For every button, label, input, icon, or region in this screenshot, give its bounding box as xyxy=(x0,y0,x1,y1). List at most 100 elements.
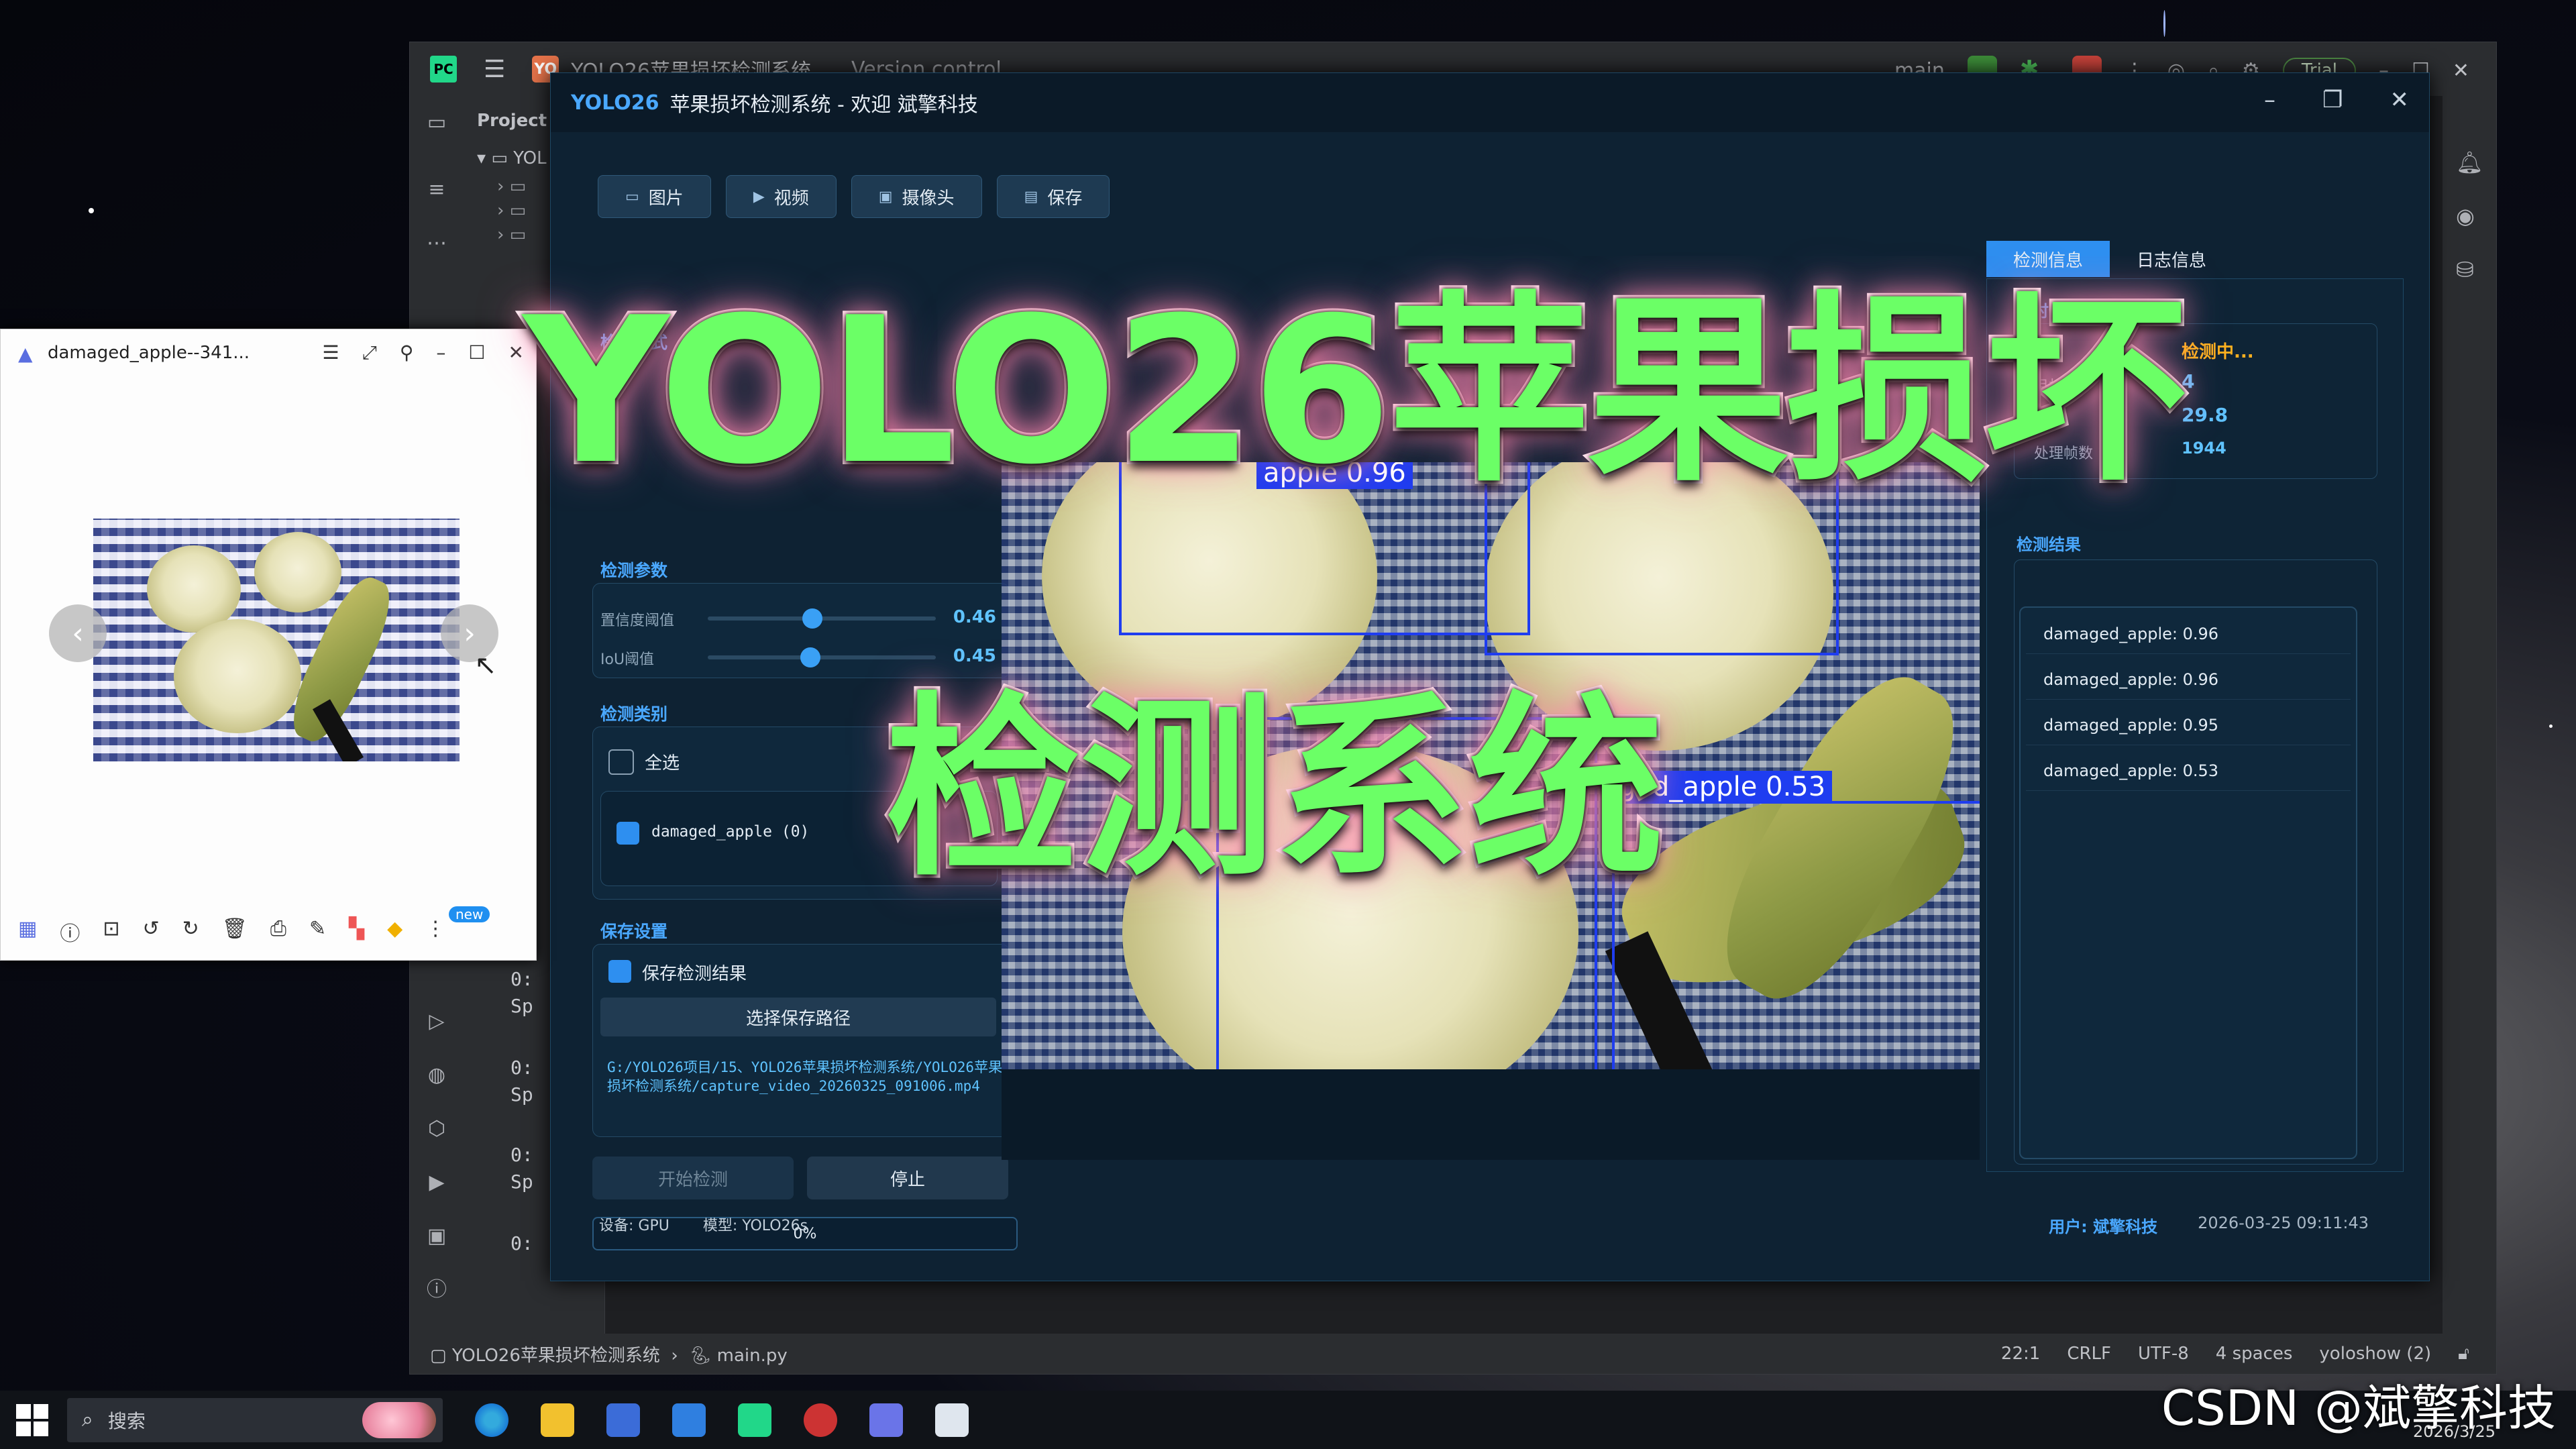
stop-button[interactable]: 停止 xyxy=(807,1157,1008,1199)
photo-viewer-window: ▲ damaged_apple--341... ☰ ⤢ ⚲ – ☐ ✕ ‹ › … xyxy=(0,329,537,961)
breadcrumb-project[interactable]: YOLO26苹果损坏检测系统 xyxy=(452,1346,660,1366)
csdn-watermark: CSDN @斌擎科技 xyxy=(2161,1380,2556,1436)
fullscreen-icon[interactable]: ⤢ xyxy=(362,341,377,364)
notifications-icon[interactable]: 🔔︎ xyxy=(2456,150,2483,175)
maximize-icon[interactable]: ☐ xyxy=(468,341,485,364)
start-detection-button[interactable]: 开始检测 xyxy=(592,1157,794,1199)
image-icon: ▭ xyxy=(625,188,639,205)
tree-item[interactable]: › ▭ xyxy=(497,176,526,197)
save-results-checkbox[interactable] xyxy=(608,960,631,983)
iou-label: IoU阈值 xyxy=(600,651,655,668)
result-item[interactable]: damaged_apple: 0.96 xyxy=(2026,660,2351,700)
edge-icon[interactable] xyxy=(475,1403,508,1437)
indent-setting[interactable]: 4 spaces xyxy=(2216,1344,2293,1364)
user-label: 用户: 斌擎科技 xyxy=(2049,1218,2158,1236)
breadcrumb-file[interactable]: main.py xyxy=(717,1346,788,1366)
photos-taskbar-icon[interactable] xyxy=(869,1403,903,1437)
problems-icon[interactable]: ⓘ xyxy=(423,1277,450,1303)
print-icon[interactable]: ⎙ xyxy=(270,917,286,947)
confidence-slider-row: 置信度阈值 0.46 xyxy=(600,604,996,631)
maximize-icon[interactable]: ❐ xyxy=(2322,87,2343,113)
eraser-icon[interactable]: ◆ xyxy=(387,917,402,947)
pycharm-taskbar-icon[interactable] xyxy=(738,1403,771,1437)
info-icon[interactable]: ⓘ xyxy=(60,917,80,947)
result-item-label: damaged_apple: 0.96 xyxy=(2043,625,2219,643)
folder-icon[interactable]: ▭ xyxy=(423,109,450,136)
menu-icon[interactable]: ☰ xyxy=(484,56,505,83)
console-line: Sp xyxy=(511,1083,533,1106)
recorder-icon[interactable] xyxy=(804,1403,837,1437)
video-button[interactable]: ▶ 视频 xyxy=(725,175,837,218)
breadcrumb[interactable]: ▢ YOLO26苹果损坏检测系统 › 🐍︎ main.py xyxy=(430,1342,788,1366)
windows-start-icon[interactable] xyxy=(16,1403,48,1436)
overlay-title-line2: 检测系统 xyxy=(882,673,1667,906)
minimize-icon[interactable]: – xyxy=(2264,87,2275,113)
file-explorer-icon[interactable] xyxy=(541,1403,574,1437)
run-tool-icon[interactable]: ▷ xyxy=(423,1008,450,1035)
video-footer xyxy=(1002,1069,1980,1160)
detection-app-taskbar-icon[interactable] xyxy=(935,1403,969,1437)
edit-icon[interactable]: ✎ xyxy=(309,917,326,947)
status-value: 检测中... xyxy=(2182,342,2254,362)
app-title: 苹果损坏检测系统 - 欢迎 斌擎科技 xyxy=(669,93,978,117)
console-line: 0: xyxy=(511,1232,533,1254)
store-icon[interactable] xyxy=(606,1403,640,1437)
close-icon[interactable]: ✕ xyxy=(2390,87,2410,113)
packages-icon[interactable]: ⬡ xyxy=(423,1116,450,1142)
app-brand: YOLO26 xyxy=(571,91,659,115)
tree-item[interactable]: › ▭ xyxy=(497,225,526,245)
cursor-position[interactable]: 22:1 xyxy=(2001,1344,2040,1364)
image-button[interactable]: ▭ 图片 xyxy=(598,175,711,218)
rotate-left-icon[interactable]: ↺ xyxy=(143,917,160,947)
tree-root[interactable]: ▾ ▭ YOL xyxy=(477,148,547,168)
search-placeholder: 搜索 xyxy=(107,1409,146,1432)
rotate-right-icon[interactable]: ↻ xyxy=(182,917,199,947)
result-item[interactable]: damaged_apple: 0.95 xyxy=(2026,706,2351,745)
structure-icon[interactable]: ≡ xyxy=(423,176,450,203)
app-icon[interactable] xyxy=(672,1403,706,1437)
save-button[interactable]: ▤ 保存 xyxy=(996,175,1110,218)
project-panel-title[interactable]: Project xyxy=(477,111,547,131)
confidence-slider[interactable] xyxy=(708,608,936,629)
more-icon[interactable]: ⋮ xyxy=(425,917,445,947)
camera-button[interactable]: ▣ 摄像头 xyxy=(851,175,982,218)
terminal-icon[interactable]: ▣ xyxy=(423,1223,450,1250)
apps-icon[interactable]: ▚ xyxy=(349,917,364,947)
class-checkbox[interactable] xyxy=(616,822,639,845)
result-item-label: damaged_apple: 0.53 xyxy=(2043,761,2219,780)
line-separator[interactable]: CRLF xyxy=(2067,1344,2111,1364)
pycharm-logo-icon[interactable]: PC xyxy=(430,56,457,83)
ai-assistant-icon[interactable]: ◉ xyxy=(2456,203,2475,229)
iou-slider-handle[interactable] xyxy=(800,647,820,667)
confidence-value: 0.46 xyxy=(953,607,996,627)
python-interpreter[interactable]: yoloshow (2) xyxy=(2319,1344,2431,1364)
menu-icon[interactable]: ☰ xyxy=(322,341,339,364)
taskbar-search[interactable]: ⌕ 搜索 xyxy=(67,1397,443,1442)
params-section-title: 检测参数 xyxy=(600,561,668,580)
result-item[interactable]: damaged_apple: 0.53 xyxy=(2026,751,2351,791)
tree-item[interactable]: › ▭ xyxy=(497,201,526,221)
lock-icon[interactable]: 🔓︎ xyxy=(2458,1344,2469,1364)
close-icon[interactable]: ✕ xyxy=(2453,59,2469,83)
save-results-label: 保存检测结果 xyxy=(642,964,747,984)
photos-app-icon: ▲ xyxy=(18,343,33,365)
database-icon[interactable]: ⛁ xyxy=(2456,257,2474,282)
viewer-titlebar: ▲ damaged_apple--341... ☰ ⤢ ⚲ – ☐ ✕ xyxy=(1,329,536,376)
previous-image-button[interactable]: ‹ xyxy=(49,604,107,662)
pin-icon[interactable]: ⚲ xyxy=(400,341,414,364)
select-all-checkbox[interactable] xyxy=(608,749,634,775)
star xyxy=(2549,724,2553,728)
delete-icon[interactable]: 🗑︎ xyxy=(222,917,248,947)
choose-path-button[interactable]: 选择保存路径 xyxy=(600,998,996,1036)
confidence-slider-handle[interactable] xyxy=(802,608,823,629)
close-icon[interactable]: ✕ xyxy=(508,341,524,364)
actual-size-icon[interactable]: ⊡ xyxy=(103,917,119,947)
minimize-icon[interactable]: – xyxy=(436,341,445,364)
result-item[interactable]: damaged_apple: 0.96 xyxy=(2026,614,2351,654)
python-console-icon[interactable]: ◍ xyxy=(423,1062,450,1089)
grid-view-icon[interactable]: ▦ xyxy=(18,917,37,947)
more-tools-icon[interactable]: ⋯ xyxy=(423,230,450,257)
file-encoding[interactable]: UTF-8 xyxy=(2138,1344,2189,1364)
search-icon: ⌕ xyxy=(82,1408,93,1432)
services-icon[interactable]: ▶ xyxy=(423,1169,450,1196)
